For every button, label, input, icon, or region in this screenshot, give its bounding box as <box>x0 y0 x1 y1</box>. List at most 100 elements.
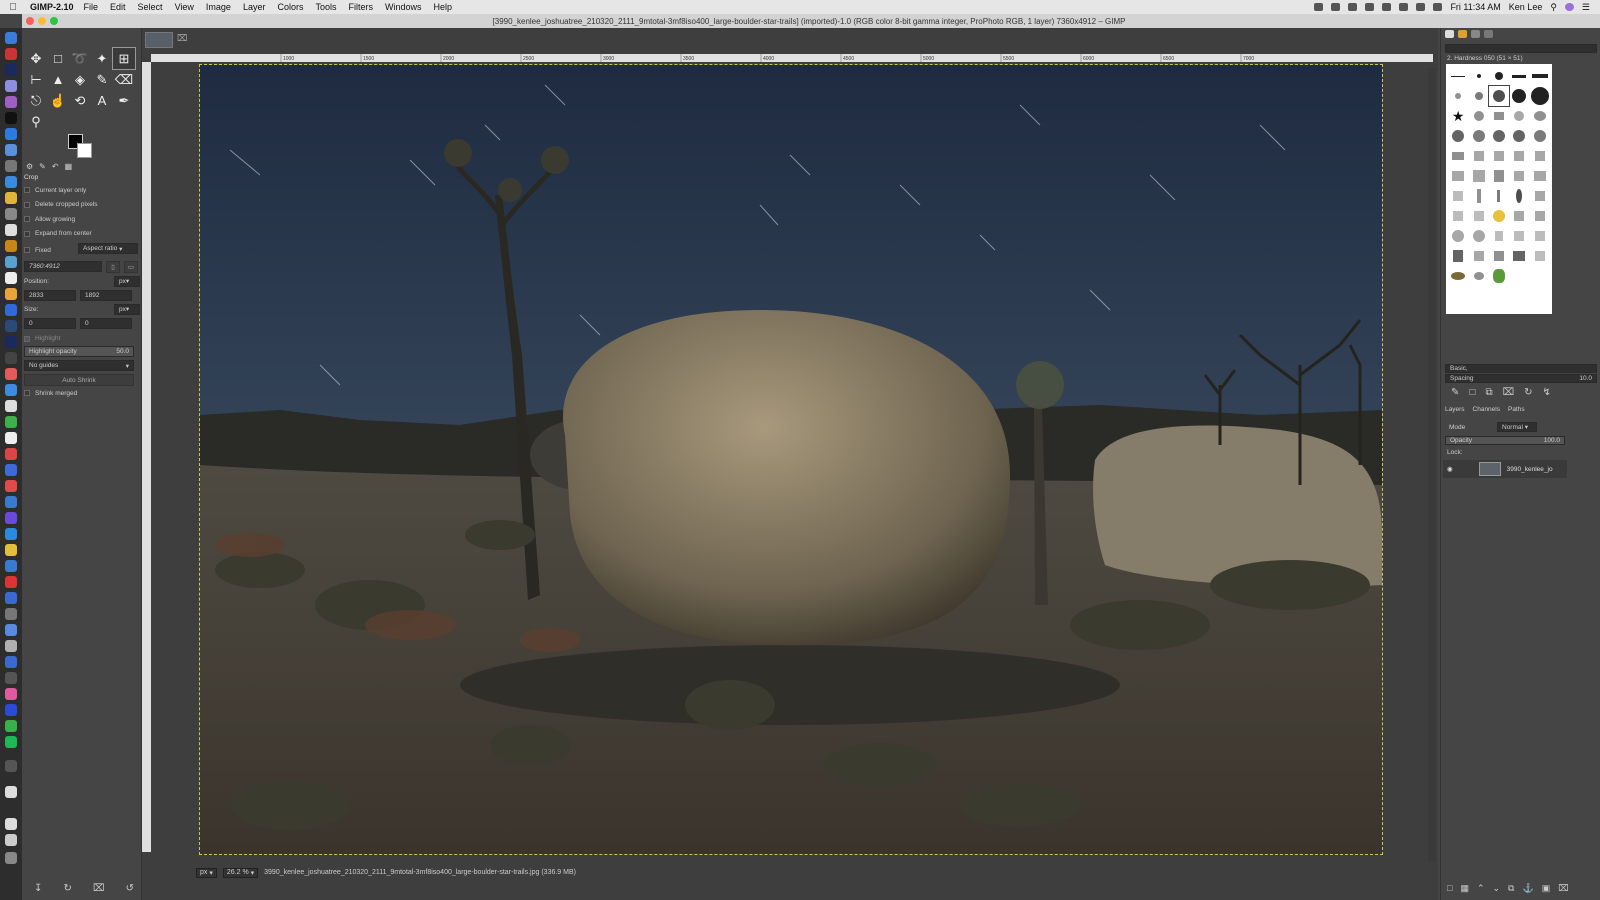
brush-item[interactable] <box>1509 146 1529 166</box>
app-icon[interactable] <box>5 288 17 300</box>
brush-item[interactable] <box>1489 186 1509 206</box>
app-icon[interactable] <box>5 304 17 316</box>
menu-file[interactable]: File <box>84 2 99 12</box>
brush-item[interactable] <box>1509 206 1529 226</box>
folder-icon[interactable] <box>5 818 17 830</box>
app-icon[interactable] <box>5 656 17 668</box>
brush-item[interactable] <box>1468 246 1488 266</box>
folder-icon[interactable] <box>5 834 17 846</box>
brush-item[interactable] <box>1448 226 1468 246</box>
user-name[interactable]: Ken Lee <box>1509 2 1543 12</box>
tab-channels[interactable]: Channels <box>1473 406 1500 413</box>
brush-item[interactable] <box>1530 186 1550 206</box>
notes-icon[interactable] <box>5 224 17 236</box>
transform-tool-icon[interactable]: ▲ <box>47 69 69 90</box>
reset-options-icon[interactable]: ↺ <box>126 883 134 894</box>
spacing-slider[interactable]: Spacing 10.0 <box>1445 374 1597 383</box>
app-icon[interactable] <box>5 448 17 460</box>
volume-icon[interactable] <box>1433 3 1443 11</box>
duplicate-layer-icon[interactable]: ⧉ <box>1508 883 1514 894</box>
brush-item[interactable] <box>1509 66 1529 86</box>
app-icon[interactable] <box>5 368 17 380</box>
text-tool-icon[interactable]: A <box>91 90 113 111</box>
brush-item[interactable] <box>1530 166 1550 186</box>
portrait-icon[interactable]: ▯ <box>106 260 120 273</box>
anchor-layer-icon[interactable]: ⚓ <box>1522 883 1533 894</box>
zoom-select[interactable]: 26.2 % ▾ <box>222 867 259 878</box>
brush-item[interactable] <box>1468 126 1488 146</box>
menu-filters[interactable]: Filters <box>348 2 373 12</box>
brush-item[interactable] <box>1489 126 1509 146</box>
position-unit-select[interactable]: px ▾ <box>114 275 140 287</box>
wifi-icon[interactable] <box>1416 3 1426 11</box>
brushes-tab-icon[interactable] <box>1445 30 1454 38</box>
brush-grid[interactable]: ★ <box>1446 64 1552 314</box>
lightroom-classic-icon[interactable] <box>5 320 17 332</box>
brush-item[interactable] <box>1509 86 1529 106</box>
delete-brush-icon[interactable]: ⌧ <box>1503 387 1515 398</box>
app-icon[interactable] <box>5 720 17 732</box>
brush-item[interactable] <box>1468 186 1488 206</box>
brush-item[interactable] <box>1468 106 1488 126</box>
brush-item[interactable] <box>1530 86 1550 106</box>
vertical-scrollbar[interactable] <box>1428 68 1436 863</box>
fixed-checkbox[interactable]: Fixed <box>24 243 74 258</box>
brush-item[interactable] <box>1448 86 1468 106</box>
bucket-fill-tool-icon[interactable]: ◈ <box>69 69 91 90</box>
highlight-opacity-slider[interactable]: Highlight opacity 50.0 <box>24 346 134 357</box>
brush-item[interactable]: ★ <box>1448 106 1468 126</box>
zoom-window-button[interactable] <box>50 17 58 25</box>
delete-cropped-pixels-checkbox[interactable]: Delete cropped pixels <box>24 198 140 213</box>
close-window-button[interactable] <box>26 17 34 25</box>
brush-item[interactable] <box>1489 246 1509 266</box>
color-picker-tool-icon[interactable]: ✒ <box>113 90 135 111</box>
help-icon[interactable] <box>5 208 17 220</box>
brush-item[interactable] <box>1448 126 1468 146</box>
save-options-icon[interactable]: ↧ <box>34 883 42 894</box>
safari-icon[interactable] <box>5 176 17 188</box>
brush-filter-input[interactable] <box>1445 44 1597 53</box>
size-width-input[interactable]: 0 <box>24 317 76 329</box>
photoshop-icon[interactable] <box>5 64 17 76</box>
move-tool-icon[interactable]: ✥ <box>25 48 47 69</box>
layer-name[interactable]: 3990_kenlee_jo <box>1507 466 1553 473</box>
brush-item[interactable] <box>1509 166 1529 186</box>
app-icon[interactable] <box>5 80 17 92</box>
brush-item[interactable] <box>1468 146 1488 166</box>
refresh-brushes-icon[interactable]: ↻ <box>1524 387 1532 398</box>
app-icon[interactable] <box>5 544 17 556</box>
document-icon[interactable] <box>5 786 17 798</box>
brush-item-selected[interactable] <box>1487 85 1511 107</box>
new-group-icon[interactable]: ▦ <box>1460 883 1469 894</box>
menu-image[interactable]: Image <box>206 2 231 12</box>
app-icon[interactable] <box>5 432 17 444</box>
highlight-checkbox[interactable]: Highlight <box>24 332 140 347</box>
app-store-icon[interactable] <box>5 128 17 140</box>
paths-tool-icon[interactable]: ⟲ <box>69 90 91 111</box>
app-icon[interactable] <box>5 640 17 652</box>
edit-brush-icon[interactable]: ✎ <box>1451 387 1459 398</box>
menu-windows[interactable]: Windows <box>385 2 422 12</box>
brush-item[interactable] <box>1468 86 1488 106</box>
auto-shrink-button[interactable]: Auto Shrink <box>24 374 134 386</box>
open-brush-icon[interactable]: ↯ <box>1543 387 1551 398</box>
unit-select[interactable]: px ▾ <box>196 867 217 878</box>
new-layer-icon[interactable]: □ <box>1447 883 1452 894</box>
horizontal-ruler[interactable]: 1000 1500 2000 2500 3000 3500 4000 4500 5000 5500… <box>151 54 1433 62</box>
brush-item[interactable] <box>1468 206 1488 226</box>
minimize-window-button[interactable] <box>38 17 46 25</box>
app-icon[interactable] <box>5 400 17 412</box>
background-color[interactable] <box>77 143 92 158</box>
brush-item[interactable] <box>1489 206 1509 226</box>
fg-bg-color-swatches[interactable] <box>68 134 98 162</box>
app-icon[interactable] <box>5 592 17 604</box>
skype-icon[interactable] <box>5 528 17 540</box>
allow-growing-checkbox[interactable]: Allow growing <box>24 212 140 227</box>
brush-item[interactable] <box>1530 106 1550 126</box>
patterns-tab-icon[interactable] <box>1458 30 1467 38</box>
guides-select[interactable]: No guides ▾ <box>24 360 134 371</box>
restore-options-icon[interactable]: ↻ <box>63 883 71 894</box>
bridge-icon[interactable] <box>5 240 17 252</box>
clone-tool-icon[interactable]: ⎋ <box>25 90 47 111</box>
undo-history-tab-icon[interactable]: ↶ <box>52 162 59 171</box>
